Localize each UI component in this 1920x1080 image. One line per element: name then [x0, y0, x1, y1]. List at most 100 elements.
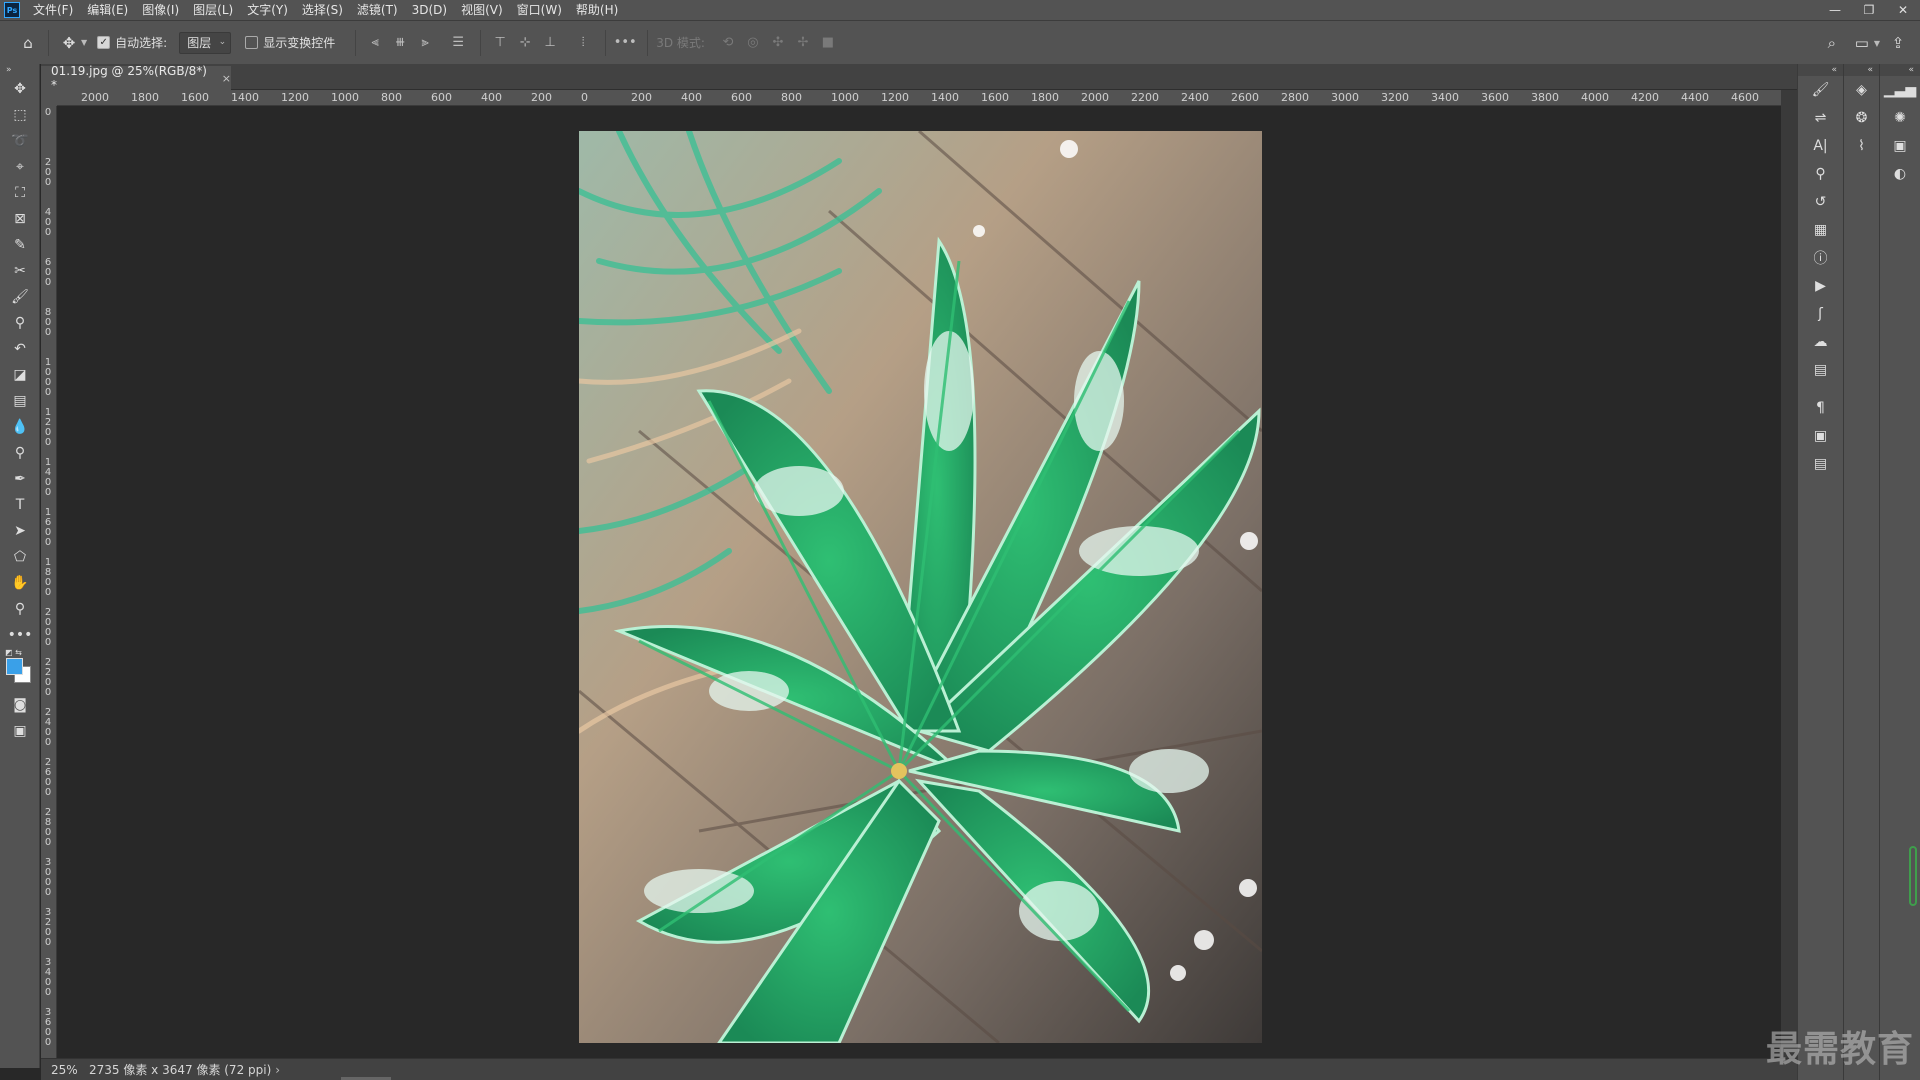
edit-toolbar-icon[interactable]: •••	[0, 622, 40, 648]
frame-tool-icon[interactable]: ⊠	[0, 206, 40, 232]
menu-item[interactable]: 选择(S)	[295, 0, 350, 20]
collapse-panels-icon[interactable]: «	[1798, 64, 1843, 76]
chevron-down-icon[interactable]: ▼	[81, 38, 87, 47]
workspace-icon[interactable]: ▭	[1850, 31, 1874, 55]
screen-mode-icon[interactable]: ▣	[0, 718, 40, 744]
gradient-tool-icon[interactable]: ▤	[0, 388, 40, 414]
close-tab-icon[interactable]: ×	[222, 72, 231, 85]
more-options-icon[interactable]: •••	[614, 32, 637, 54]
close-window-button[interactable]: ✕	[1886, 0, 1920, 20]
brush-settings-icon[interactable]: 🖌	[1798, 76, 1843, 104]
align-bottom-icon[interactable]: ⊥	[539, 32, 561, 54]
menu-item[interactable]: 窗口(W)	[510, 0, 569, 20]
document-tab[interactable]: 01.19.jpg @ 25%(RGB/8*) * ×	[41, 64, 231, 92]
collapse-panels-icon[interactable]: «	[1844, 64, 1879, 76]
paragraph-styles-icon[interactable]: ▣	[1798, 422, 1843, 450]
menu-item[interactable]: 滤镜(T)	[350, 0, 405, 20]
search-icon[interactable]: ⌕	[1820, 31, 1844, 55]
ruler-tick-label: 600	[431, 91, 452, 104]
menu-item[interactable]: 图层(L)	[186, 0, 240, 20]
chevron-down-icon[interactable]: ▼	[1874, 39, 1880, 48]
menu-item[interactable]: 3D(D)	[405, 0, 454, 20]
restore-button[interactable]: ❐	[1852, 0, 1886, 20]
ruler-tick-label: 1000	[44, 357, 52, 398]
type-tool-icon[interactable]: T	[0, 492, 40, 518]
minimize-button[interactable]: —	[1818, 0, 1852, 20]
actions-play-icon[interactable]: ▶	[1798, 272, 1843, 300]
menu-item[interactable]: 视图(V)	[454, 0, 510, 20]
libraries-icon[interactable]: ▣	[1880, 132, 1920, 160]
path-selection-tool-icon[interactable]: ➤	[0, 518, 40, 544]
vertical-scrollbar[interactable]	[1781, 90, 1797, 1058]
3d-icon[interactable]: ☁	[1798, 328, 1843, 356]
foreground-color-swatch[interactable]	[6, 658, 23, 675]
share-icon[interactable]: ⇪	[1886, 31, 1910, 55]
zoom-tool-icon[interactable]: ⚲	[0, 596, 40, 622]
move-tool-icon[interactable]: ✥	[0, 76, 40, 102]
clone-source-icon[interactable]: ⚲	[1798, 160, 1843, 188]
healing-brush-tool-icon[interactable]: ✂	[0, 258, 40, 284]
dodge-tool-icon[interactable]: ⚲	[0, 440, 40, 466]
panel-scroll-indicator[interactable]	[1909, 846, 1917, 906]
quick-select-tool-icon[interactable]: ⌖	[0, 154, 40, 180]
character-icon[interactable]: A|	[1798, 132, 1843, 160]
collapse-panels-icon[interactable]: «	[1880, 64, 1920, 76]
color-swatches[interactable]: ◩ ⇆	[0, 648, 40, 688]
crop-tool-icon[interactable]: ⛶	[0, 180, 40, 206]
paths-icon[interactable]: ⌇	[1844, 132, 1879, 160]
menu-item[interactable]: 编辑(E)	[80, 0, 135, 20]
eyedropper-tool-icon[interactable]: ✎	[0, 232, 40, 258]
eraser-tool-icon[interactable]: ◪	[0, 362, 40, 388]
distribute-icon[interactable]: ☰	[447, 32, 469, 54]
navigator-icon[interactable]: ✺	[1880, 104, 1920, 132]
hand-tool-icon[interactable]: ✋	[0, 570, 40, 596]
home-icon[interactable]: ⌂	[16, 31, 40, 55]
show-transform-checkbox[interactable]	[245, 36, 259, 49]
panel-dock-column-2: « ◈ ❂ ⌇	[1843, 64, 1879, 1080]
align-left-icon[interactable]: ⫷	[364, 32, 386, 54]
auto-select-checkbox[interactable]: ✓	[97, 36, 111, 49]
move-tool-preset-icon[interactable]: ✥	[57, 31, 81, 55]
ruler-tick-label: 0	[581, 91, 588, 104]
shape-tool-icon[interactable]: ⬠	[0, 544, 40, 570]
info-icon[interactable]: ⓘ	[1798, 244, 1843, 272]
default-colors-icon[interactable]: ◩ ⇆	[5, 648, 22, 657]
menu-item[interactable]: 文字(Y)	[240, 0, 295, 20]
layer-select-dropdown[interactable]: 图层 ⌄	[179, 31, 232, 54]
collapse-toolbox-icon[interactable]: »	[0, 64, 39, 76]
align-vertical-center-icon[interactable]: ⊹	[514, 32, 536, 54]
adjustments-icon[interactable]: ◐	[1880, 160, 1920, 188]
glyphs-icon[interactable]: ʃ	[1798, 300, 1843, 328]
menu-item[interactable]: 帮助(H)	[569, 0, 625, 20]
pen-tool-icon[interactable]: ✒	[0, 466, 40, 492]
brush-tool-icon[interactable]: 🖌	[0, 284, 40, 310]
clone-stamp-tool-icon[interactable]: ⚲	[0, 310, 40, 336]
zoom-level[interactable]: 25%	[41, 1063, 81, 1077]
history-icon[interactable]: ↺	[1798, 188, 1843, 216]
quick-mask-icon[interactable]: ◙	[0, 692, 40, 718]
distribute-vertical-icon[interactable]: ⦙	[572, 32, 594, 54]
properties-icon[interactable]: ▦	[1798, 216, 1843, 244]
align-top-icon[interactable]: ⊤	[489, 32, 511, 54]
paragraph-icon[interactable]: ¶	[1798, 394, 1843, 422]
align-horizontal-center-icon[interactable]: ⧻	[389, 32, 411, 54]
notes-icon[interactable]: ▤	[1798, 450, 1843, 478]
menu-item[interactable]: 文件(F)	[26, 0, 80, 20]
blur-tool-icon[interactable]: 💧	[0, 414, 40, 440]
ruler-tick-label: 2400	[44, 707, 52, 748]
menu-item[interactable]: 图像(I)	[135, 0, 186, 20]
align-right-icon[interactable]: ⫸	[414, 32, 436, 54]
options-bar: ⌂ ✥ ▼ ✓ 自动选择: 图层 ⌄ 显示变换控件 ⫷ ⧻ ⫸ ☰ ⊤ ⊹ ⊥ …	[0, 20, 1920, 64]
timeline-icon[interactable]: ▤	[1798, 356, 1843, 384]
channels-icon[interactable]: ❂	[1844, 104, 1879, 132]
history-brush-tool-icon[interactable]: ↶	[0, 336, 40, 362]
layers-icon[interactable]: ◈	[1844, 76, 1879, 104]
document-info[interactable]: 2735 像素 x 3647 像素 (72 ppi)	[89, 1061, 271, 1078]
lasso-tool-icon[interactable]: ➰	[0, 128, 40, 154]
marquee-tool-icon[interactable]: ⬚	[0, 102, 40, 128]
histogram-icon[interactable]: ▁▃▅	[1880, 76, 1920, 104]
chevron-right-icon[interactable]: ›	[275, 1063, 280, 1077]
document-tab-bar: 01.19.jpg @ 25%(RGB/8*) * ×	[41, 64, 1801, 92]
adjust-presets-icon[interactable]: ⇌	[1798, 104, 1843, 132]
document-image[interactable]	[579, 131, 1262, 1043]
